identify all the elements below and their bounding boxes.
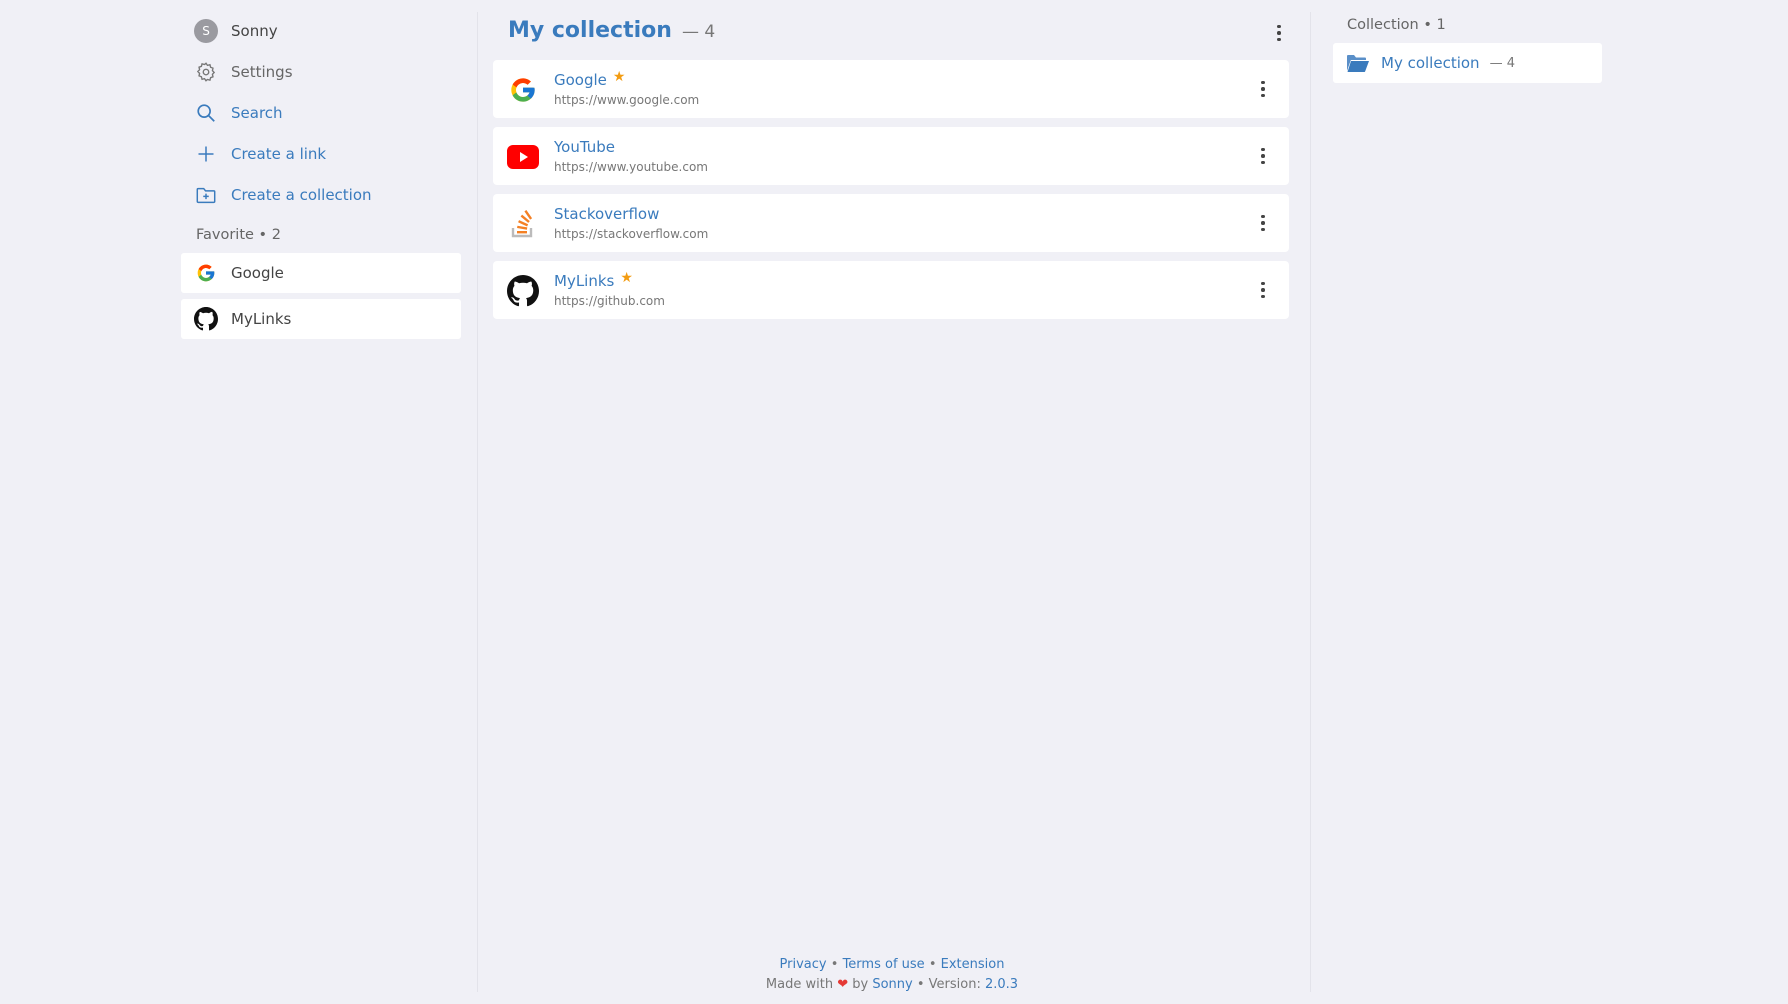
create-link-label: Create a link (231, 145, 327, 163)
sidebar: S Sonny Settings Search Create a link Cr… (181, 0, 477, 1004)
user-name: Sonny (231, 22, 278, 40)
link-menu-icon[interactable] (1251, 144, 1275, 168)
link-card-stackoverflow[interactable]: Stackoverflow https://stackoverflow.com (493, 194, 1289, 252)
google-icon (193, 260, 219, 286)
page-title: My collection — 4 (508, 18, 715, 43)
folder-plus-icon (193, 182, 219, 208)
footer-credits: Made with ❤ by Sonny • Version: 2.0.3 (765, 977, 1019, 992)
favorite-item-google[interactable]: Google (181, 253, 461, 293)
collections-panel: Collection • 1 My collection — 4 (1333, 0, 1602, 1004)
search-link[interactable]: Search (193, 98, 283, 128)
link-url: https://github.com (554, 294, 665, 308)
terms-link[interactable]: Terms of use (843, 957, 925, 972)
right-divider (1310, 12, 1311, 992)
link-menu-icon[interactable] (1251, 278, 1275, 302)
create-link-button[interactable]: Create a link (193, 139, 326, 169)
user-profile[interactable]: S Sonny (193, 16, 278, 46)
footer-links: Privacy • Terms of use • Extension (779, 957, 1005, 972)
version-link[interactable]: 2.0.3 (985, 977, 1018, 992)
avatar: S (193, 18, 219, 44)
folder-open-icon (1345, 50, 1371, 76)
link-name[interactable]: Stackoverflow (554, 205, 659, 223)
google-icon (507, 74, 539, 106)
link-card-mylinks[interactable]: MyLinks ★ https://github.com (493, 261, 1289, 319)
create-collection-label: Create a collection (231, 186, 372, 204)
favorite-label: MyLinks (231, 310, 292, 328)
link-name[interactable]: Google ★ (554, 69, 626, 89)
favorite-star-icon: ★ (612, 69, 626, 85)
gear-icon (193, 59, 219, 85)
settings-link[interactable]: Settings (193, 57, 293, 87)
collections-heading: Collection • 1 (1347, 17, 1446, 33)
collection-count: — 4 (681, 22, 716, 42)
github-icon (507, 275, 539, 307)
link-menu-icon[interactable] (1251, 77, 1275, 101)
privacy-link[interactable]: Privacy (780, 957, 827, 972)
link-card-google[interactable]: Google ★ https://www.google.com (493, 60, 1289, 118)
stackoverflow-icon (507, 208, 539, 240)
link-url: https://stackoverflow.com (554, 227, 709, 241)
search-label: Search (231, 104, 283, 122)
favorites-heading: Favorite • 2 (196, 227, 281, 243)
youtube-icon (507, 141, 539, 173)
settings-label: Settings (231, 63, 293, 81)
left-divider (477, 12, 478, 992)
favorite-item-mylinks[interactable]: MyLinks (181, 299, 461, 339)
link-url: https://www.youtube.com (554, 160, 708, 174)
heart-icon: ❤ (837, 977, 849, 992)
author-link[interactable]: Sonny (872, 977, 912, 992)
extension-link[interactable]: Extension (941, 957, 1005, 972)
collection-title: My collection (508, 18, 672, 43)
collection-item-my-collection[interactable]: My collection — 4 (1333, 43, 1602, 83)
favorite-star-icon: ★ (620, 270, 633, 286)
link-name[interactable]: MyLinks ★ (554, 270, 633, 290)
search-icon (193, 100, 219, 126)
collection-count: — 4 (1489, 55, 1515, 71)
main-content: My collection — 4 Google ★ https://www.g… (493, 0, 1291, 1004)
create-collection-button[interactable]: Create a collection (193, 180, 372, 210)
collection-menu-icon[interactable] (1267, 21, 1291, 45)
link-menu-icon[interactable] (1251, 211, 1275, 235)
favorite-label: Google (231, 264, 284, 282)
link-name[interactable]: YouTube (554, 138, 615, 156)
link-url: https://www.google.com (554, 93, 700, 107)
plus-icon (193, 141, 219, 167)
link-card-youtube[interactable]: YouTube https://www.youtube.com (493, 127, 1289, 185)
collection-name: My collection (1381, 54, 1480, 72)
github-icon (193, 306, 219, 332)
